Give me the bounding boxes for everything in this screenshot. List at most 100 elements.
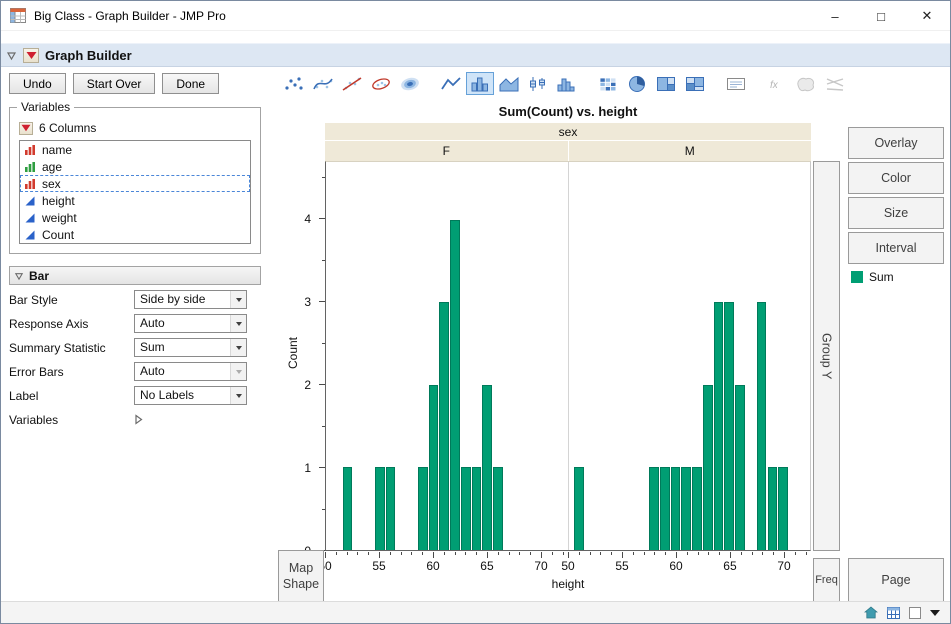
x-tick-label[interactable]: 70 [777,560,790,572]
x-tick-label[interactable]: 55 [615,560,628,572]
bar-collapse-icon[interactable] [14,271,24,281]
contour-icon[interactable] [396,72,424,95]
x-tick-label[interactable]: 55 [372,560,385,572]
summary-statistic-select[interactable]: Sum [134,338,247,357]
bar-M-70[interactable] [778,467,788,550]
treemap-icon[interactable] [652,72,680,95]
y-tick-label[interactable]: 2 [304,379,311,391]
y-tick-label[interactable]: 1 [304,462,311,474]
ellipse-icon[interactable] [367,72,395,95]
facet-label-m[interactable]: M [568,141,811,161]
bar-F-56[interactable] [385,467,396,550]
size-drop-zone[interactable]: Size [848,197,944,229]
x-tick-label[interactable]: 65 [723,560,736,572]
collapse-icon[interactable] [6,50,17,61]
bar-F-64[interactable] [471,467,482,550]
bar-F-55[interactable] [374,467,385,550]
bar-M-59[interactable] [659,467,670,550]
plot-panel-m[interactable] [568,162,810,550]
color-drop-zone[interactable]: Color [848,162,944,194]
column-item-height[interactable]: height [20,192,250,209]
parallel-icon[interactable] [821,72,849,95]
smoother-icon[interactable] [309,72,337,95]
bar-F-66[interactable] [493,467,503,550]
bar-style-select[interactable]: Side by side [134,290,247,309]
column-item-Count[interactable]: Count [20,226,250,243]
x-tick-label[interactable]: 60 [669,560,682,572]
box-plot-icon[interactable] [524,72,552,95]
legend-item-sum[interactable]: Sum [851,270,894,284]
group-y-drop-zone[interactable]: Group Y [813,161,840,551]
map-shape-drop-zone[interactable]: Map Shape [278,550,324,602]
line-icon[interactable] [437,72,465,95]
columns-red-triangle-icon[interactable] [19,121,33,135]
data-table-icon[interactable] [887,606,900,619]
bar-F-65[interactable] [482,384,493,550]
bar-M-63[interactable] [702,384,713,550]
bar-M-66[interactable] [735,384,745,550]
x-axis-panel-f[interactable]: 50 55 60 65 70 [318,552,568,578]
x-axis[interactable]: 50 55 60 65 70 50 55 60 65 70 [318,552,811,578]
column-item-sex[interactable]: sex [20,175,250,192]
bar-M-65[interactable] [724,302,735,550]
x-tick-label[interactable]: 65 [480,560,493,572]
plot-area[interactable] [325,161,811,551]
bar-F-61[interactable] [439,302,450,550]
done-button[interactable]: Done [162,73,220,94]
bar-M-58[interactable] [649,467,659,550]
bar-M-61[interactable] [681,467,692,550]
red-triangle-menu-icon[interactable] [23,47,39,63]
heatmap-icon[interactable] [594,72,622,95]
facet-label-f[interactable]: F [325,141,568,161]
y-tick-label[interactable]: 4 [304,213,311,225]
bar-M-62[interactable] [692,467,702,550]
bar-icon[interactable] [466,72,494,95]
bar-F-59[interactable] [417,467,428,550]
column-item-name[interactable]: name [20,141,250,158]
line-of-fit-icon[interactable] [338,72,366,95]
x-axis-title[interactable]: height [325,577,811,591]
bar-F-63[interactable] [460,467,471,550]
column-item-weight[interactable]: weight [20,209,250,226]
mosaic-icon[interactable] [681,72,709,95]
column-item-age[interactable]: age [20,158,250,175]
map-shape-icon[interactable] [792,72,820,95]
y-tick-label[interactable]: 3 [304,296,311,308]
freq-drop-zone[interactable]: Freq [813,558,840,602]
response-axis-select[interactable]: Auto [134,314,247,333]
start-over-button[interactable]: Start Over [72,73,156,94]
points-icon[interactable] [280,72,308,95]
x-tick-label[interactable]: 70 [534,560,547,572]
maximize-button[interactable]: □ [858,1,904,31]
undo-button[interactable]: Undo [9,73,66,94]
x-tick-label[interactable]: 60 [426,560,439,572]
overlay-drop-zone[interactable]: Overlay [848,127,944,159]
window-list-dropdown-icon[interactable] [930,609,940,616]
bar-F-60[interactable] [428,384,439,550]
bar-M-68[interactable] [756,302,767,550]
label-option-select[interactable]: No Labels [134,386,247,405]
formula-icon[interactable]: fx [763,72,791,95]
area-icon[interactable] [495,72,523,95]
y-axis-title[interactable]: Count [286,331,300,375]
interval-drop-zone[interactable]: Interval [848,232,944,264]
bar-M-60[interactable] [670,467,681,550]
bar-section-header[interactable]: Bar [9,266,261,285]
bar-M-51[interactable] [573,467,584,550]
close-button[interactable]: ✕ [904,1,950,31]
minimize-button[interactable]: – [812,1,858,31]
x-tick-label[interactable]: 50 [561,560,574,572]
histogram-icon[interactable] [553,72,581,95]
home-icon[interactable] [864,606,878,619]
page-drop-zone[interactable]: Page [848,558,944,602]
bar-M-69[interactable] [767,467,778,550]
x-axis-panel-m[interactable]: 50 55 60 65 70 [561,552,811,578]
window-box-icon[interactable] [909,606,921,619]
bar-F-62[interactable] [450,219,460,550]
disclosure-right-icon[interactable] [134,414,143,425]
bar-M-64[interactable] [713,302,724,550]
plot-panel-f[interactable] [326,162,568,550]
bar-F-52[interactable] [342,467,353,550]
pie-icon[interactable] [623,72,651,95]
facet-variable-header[interactable]: sex [325,123,811,140]
